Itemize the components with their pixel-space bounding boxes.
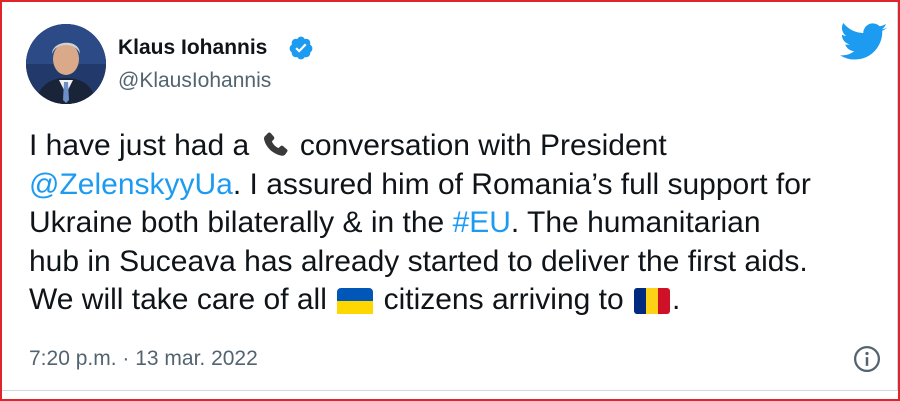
tweet-text-segment: conversation with President [299, 129, 667, 162]
author-handle[interactable]: @KlausIohannis [118, 69, 271, 93]
tweet-card: Klaus Iohannis @KlausIohannis I have jus… [2, 2, 898, 390]
twitter-bird-icon[interactable] [840, 23, 888, 63]
tweet-timestamp[interactable]: 7:20 p.m. · 13 mar. 2022 [29, 347, 258, 371]
flag-romania-icon [634, 286, 671, 325]
divider [2, 390, 898, 391]
mention-link[interactable]: @ZelenskyyUa [29, 168, 233, 201]
tweet-text: I have just had a conversation with Pres… [29, 127, 889, 320]
tweet-line-3: Ukraine both bilaterally & in the #EU. T… [29, 204, 889, 243]
tweet-text-segment: Ukraine both bilaterally & in the [29, 206, 453, 239]
info-icon[interactable] [852, 344, 882, 374]
tweet-line-2: @ZelenskyyUa. I assured him of Romania’s… [29, 166, 889, 205]
tweet-text-segment: hub in Suceava has already started to de… [29, 244, 808, 278]
tweet-text-segment: I have just had a [29, 129, 250, 162]
hashtag-link[interactable]: #EU [453, 206, 511, 239]
avatar[interactable] [26, 24, 106, 104]
tweet-text-segment: We will take care of all [29, 283, 327, 316]
tweet-text-segment: . I assured him of Romania’s full suppor… [232, 167, 811, 201]
tweet-line-4: hub in Suceava has already started to de… [29, 243, 889, 282]
telephone-icon [260, 130, 290, 171]
tweet-text-segment: . The humanitarian [510, 206, 761, 239]
flag-ukraine-icon [337, 286, 374, 325]
person-avatar-icon [26, 24, 106, 104]
verified-badge-icon [288, 35, 314, 61]
tweet-text-segment: . [672, 283, 681, 316]
tweet-text-segment: citizens arriving to [383, 283, 624, 316]
tweet-line-5: We will take care of all citizens arrivi… [29, 281, 889, 320]
author-display-name[interactable]: Klaus Iohannis [118, 36, 267, 60]
tweet-line-1: I have just had a conversation with Pres… [29, 127, 889, 166]
